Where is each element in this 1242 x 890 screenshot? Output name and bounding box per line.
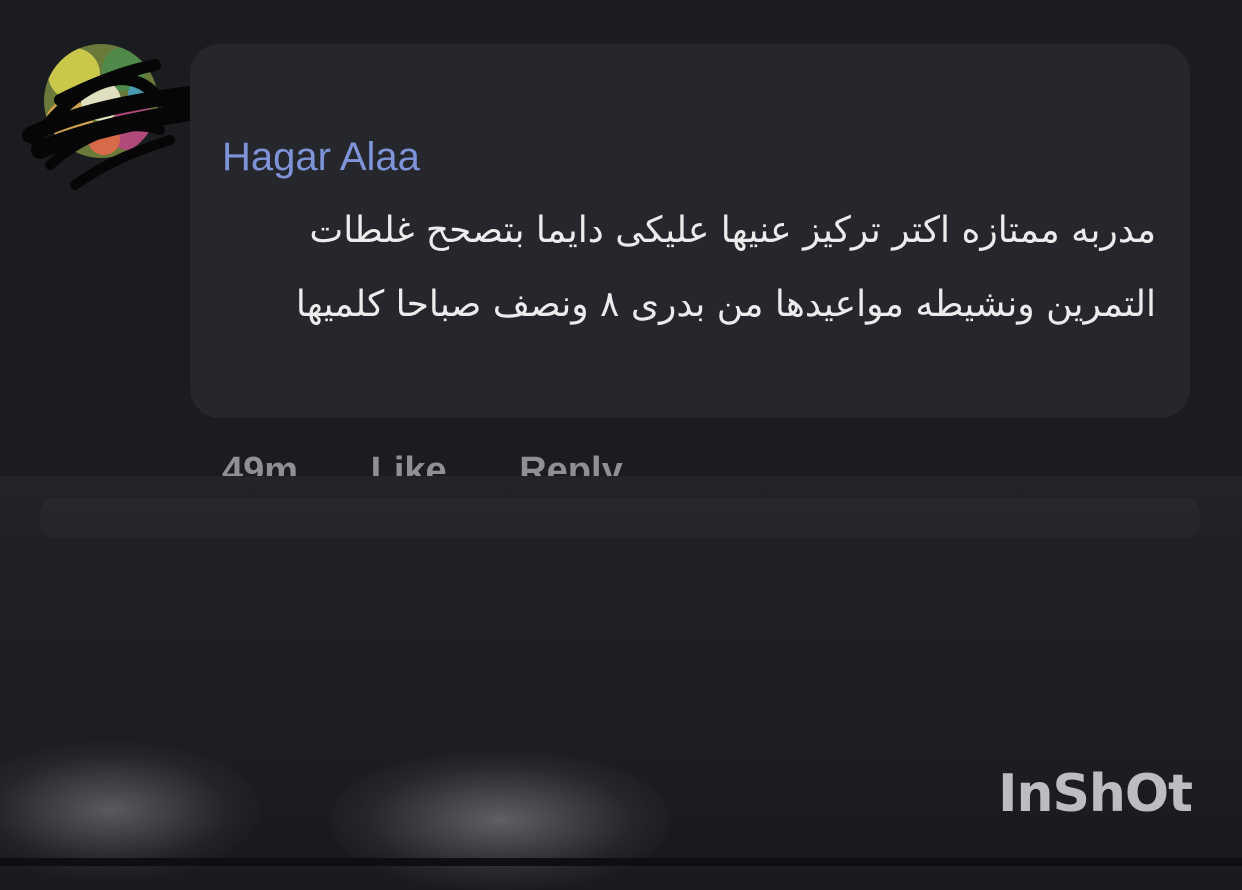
- inshot-watermark: InShOt: [998, 764, 1193, 824]
- blurred-band: [40, 498, 1200, 538]
- reply-button[interactable]: Reply: [519, 440, 622, 478]
- comment-text: مدربه ممتازه اكتر تركيز عنيها عليكى دايم…: [295, 210, 1156, 325]
- like-button[interactable]: Like: [371, 440, 447, 478]
- comment-actions: 49m Like Reply: [222, 440, 685, 478]
- comment-timestamp: 49m: [222, 450, 299, 478]
- tagged-user-link[interactable]: Hagar Alaa: [222, 132, 420, 182]
- comment-bubble: Hagar Alaa مدربه ممتازه اكتر تركيز عنيها…: [190, 44, 1190, 418]
- bottom-edge: [0, 858, 1242, 866]
- blurred-shape-center: [330, 750, 670, 890]
- comment-thread: Hagar Alaa مدربه ممتازه اكتر تركيز عنيها…: [0, 0, 1242, 478]
